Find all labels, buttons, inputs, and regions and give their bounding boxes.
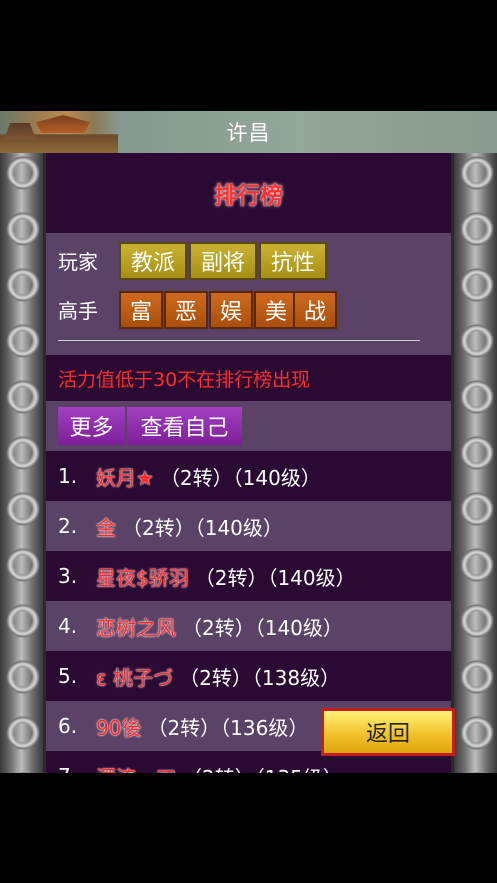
player-level-info: （2转）（140级）	[159, 465, 321, 490]
more-row: 更多 查看自己	[46, 401, 451, 451]
rank-number: 4.	[58, 614, 78, 638]
divider	[58, 340, 420, 341]
filter-resistance-button[interactable]: 抗性	[259, 242, 327, 280]
player-name[interactable]: 90後	[96, 712, 141, 741]
player-name[interactable]: ε 桃子づ	[96, 662, 173, 691]
player-name[interactable]: 星夜$骄羽	[96, 562, 189, 591]
ranking-row[interactable]: 3. 星夜$骄羽 （2转）（140级）	[46, 551, 451, 601]
leaderboard-title: 排行榜	[214, 183, 283, 209]
player-level-info: （2转）（140级）	[122, 515, 283, 540]
player-level-info: （2转）（135级）	[182, 762, 343, 774]
player-name[interactable]: 恋树之风	[96, 612, 176, 641]
ranking-row[interactable]: 4. 恋树之风 （2转）（140级）	[46, 601, 451, 651]
city-title: 许昌	[226, 121, 271, 145]
filter-beauty-button[interactable]: 美	[254, 291, 298, 329]
ranking-row[interactable]: 1. 妖月★ （2转）（140级）	[46, 451, 451, 501]
right-decorative-border	[451, 153, 497, 773]
ranking-row[interactable]: 5. ε 桃子づ （2转）（138级）	[46, 651, 451, 701]
notice-box: 活力值低于30不在排行榜出现	[46, 355, 451, 401]
filter-general-button[interactable]: 副将	[189, 242, 257, 280]
ranking-row[interactable]: 2. 金 （2转）（140级）	[46, 501, 451, 551]
filter-wealth-button[interactable]: 富	[119, 291, 163, 329]
title-bar: 许昌	[0, 111, 497, 153]
expert-category-label: 高手	[58, 299, 98, 323]
rank-number: 5.	[58, 664, 78, 688]
filter-evil-button[interactable]: 恶	[164, 291, 208, 329]
rank-number: 1.	[58, 464, 78, 488]
activity-notice: 活力值低于30不在排行榜出现	[58, 368, 311, 391]
rank-number: 7.	[46, 764, 86, 773]
rank-number: 3.	[58, 564, 78, 588]
back-button[interactable]: 返回	[321, 708, 455, 756]
city-scenery-image	[0, 111, 118, 153]
player-level-info: （2转）（136级）	[147, 715, 309, 740]
player-level-info: （2转）（140级）	[182, 615, 343, 640]
rank-number: 2.	[58, 514, 78, 538]
player-level-info: （2转）（140级）	[194, 565, 356, 590]
player-level-info: （2转）（138级）	[179, 665, 341, 690]
filter-sect-button[interactable]: 教派	[119, 242, 187, 280]
rank-number: 6.	[58, 714, 78, 738]
filter-battle-button[interactable]: 战	[293, 291, 337, 329]
filter-box: 玩家 教派 副将 抗性 高手 富 恶 娱 美 战	[46, 233, 451, 355]
left-decorative-border	[0, 153, 46, 773]
view-self-button[interactable]: 查看自己	[127, 407, 242, 445]
panel-header: 排行榜	[46, 153, 451, 233]
leaderboard-panel: 排行榜 玩家 教派 副将 抗性 高手 富 恶 娱 美 战 活力值低于30不在排行…	[46, 153, 451, 773]
player-name[interactable]: 金	[96, 512, 116, 541]
player-name[interactable]: 漂流一刀	[96, 762, 176, 774]
more-button[interactable]: 更多	[58, 407, 125, 445]
player-category-label: 玩家	[58, 250, 98, 274]
player-name[interactable]: 妖月★	[96, 462, 154, 491]
filter-entertainment-button[interactable]: 娱	[209, 291, 253, 329]
